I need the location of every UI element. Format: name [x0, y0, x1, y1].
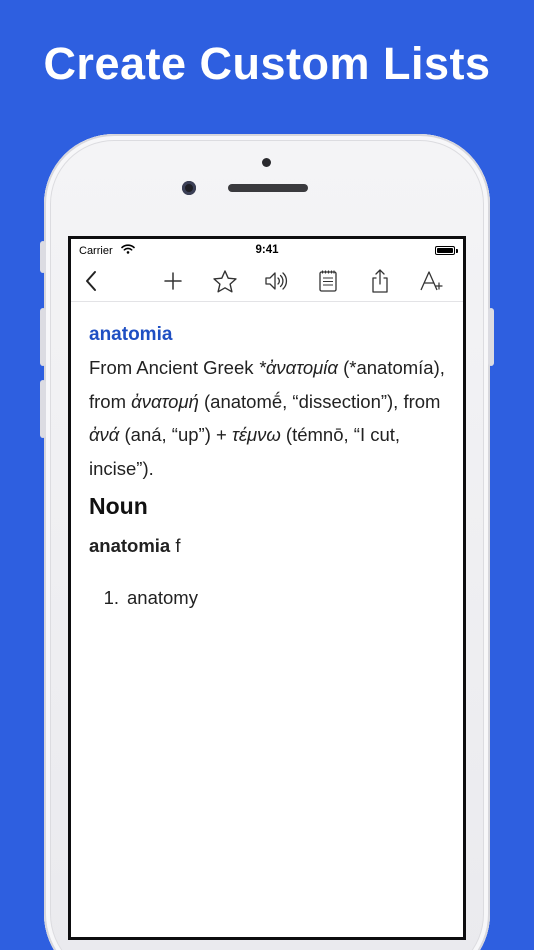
star-icon: [213, 269, 237, 292]
promo-headline: Create Custom Lists: [43, 38, 491, 89]
form-word: anatomia: [89, 535, 171, 556]
speaker-icon: [265, 272, 288, 290]
status-time: 9:41: [255, 244, 279, 256]
greek-term: τέμνω: [231, 424, 281, 445]
etymology-part: (aná, “up”) +: [119, 424, 232, 445]
battery-fill: [437, 248, 453, 253]
text-size-button[interactable]: [418, 267, 446, 295]
pronounce-button[interactable]: [262, 267, 290, 295]
power-button: [488, 308, 494, 366]
entry-headword: anatomia: [89, 324, 173, 345]
text-size-icon: [420, 271, 443, 291]
volume-down-button: [40, 380, 46, 438]
favorite-button[interactable]: [211, 267, 239, 295]
add-to-list-button[interactable]: [159, 267, 187, 295]
greek-term: *ἀνατομία: [258, 357, 338, 378]
phone-screen: Carrier 9:41 anatomia From Ancient Greek…: [68, 236, 466, 940]
etymology-text: From Ancient Greek *ἀνατομία (*anatomía)…: [89, 351, 449, 485]
status-bar: Carrier 9:41: [71, 239, 463, 261]
list-item: 1. anatomy: [89, 585, 449, 611]
front-camera: [182, 181, 196, 195]
mute-switch: [40, 241, 46, 273]
chevron-left-icon: [86, 271, 96, 291]
share-button[interactable]: [366, 267, 394, 295]
sense-number: 1.: [103, 587, 119, 608]
plus-icon: [164, 272, 182, 290]
entry-content: anatomia From Ancient Greek *ἀνατομία (*…: [89, 321, 449, 611]
back-button[interactable]: [77, 267, 105, 295]
front-sensor: [262, 158, 271, 167]
greek-term: ἀνά: [89, 424, 120, 445]
battery-icon: [435, 246, 455, 255]
part-of-speech-heading: Noun: [89, 493, 148, 519]
headword-form-line: anatomia f: [89, 533, 449, 559]
battery-tip: [456, 249, 458, 253]
greek-term: ἀνατομή: [131, 390, 199, 412]
notes-button[interactable]: [314, 267, 342, 295]
notepad-icon: [319, 270, 337, 292]
earpiece-speaker: [228, 184, 308, 192]
gender-label: f: [170, 535, 181, 556]
etymology-part: From Ancient Greek: [89, 357, 259, 378]
promo-stage: Create Custom Lists Carrier 9:41 anatomi…: [0, 0, 534, 950]
sense-list: 1. anatomy: [89, 585, 449, 611]
etymology-part: (anatomḗ, “dissection”), from: [198, 390, 441, 412]
entry-toolbar: [71, 261, 463, 302]
share-icon: [372, 269, 388, 293]
volume-up-button: [40, 308, 46, 366]
sense-text: anatomy: [127, 587, 198, 608]
